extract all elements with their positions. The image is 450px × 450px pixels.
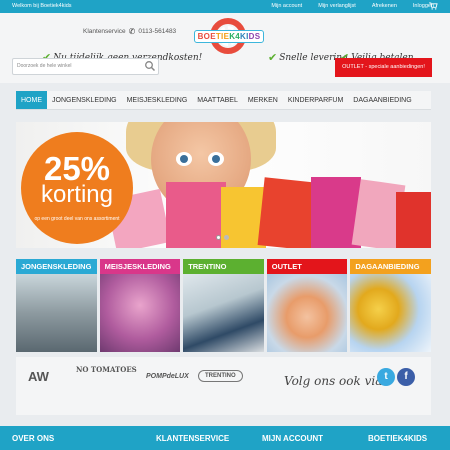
follow-us-text: Volg ons ook via	[284, 374, 383, 388]
tile-boys[interactable]: JONGENSKLEDING	[16, 259, 97, 352]
logo[interactable]: BOETIEK4KIDS	[194, 18, 264, 54]
tile-trentino-image	[183, 274, 264, 352]
account-links: Mijn account Mijn verlanglijst Afrekenen…	[271, 3, 434, 9]
hero-eye-right	[208, 152, 224, 166]
welcome-text: Welkom bij Boetiek4kids	[12, 3, 72, 9]
link-checkout[interactable]: Afrekenen	[372, 3, 397, 9]
facebook-icon[interactable]: f	[397, 368, 415, 386]
tile-girls[interactable]: MEISJESKLEDING	[99, 259, 181, 352]
discount-word: korting	[40, 181, 114, 208]
brand-logo-no-tomatoes[interactable]: NO TOMATOES	[76, 365, 137, 374]
tile-outlet-image	[266, 274, 348, 352]
search-input[interactable]: Doorzoek de hele winkel	[12, 58, 159, 75]
footer-my-account[interactable]: MIJN ACCOUNT	[262, 434, 323, 443]
link-wishlist[interactable]: Mijn verlanglijst	[318, 3, 356, 9]
site-footer: OVER ONS KLANTENSERVICE MIJN ACCOUNT BOE…	[0, 426, 450, 450]
brand-logo-pompdelux[interactable]: POMPdeLUX	[146, 373, 189, 380]
tile-boys-image	[16, 274, 97, 352]
logo-text: BOETIEK4KIDS	[194, 30, 264, 43]
outlet-button[interactable]: OUTLET - speciale aanbiedingen!	[335, 58, 432, 77]
nav-item-boys[interactable]: JONGENSKLEDING	[47, 91, 122, 109]
nav-item-size-chart[interactable]: MAATTABEL	[192, 91, 243, 109]
discount-badge: 25% korting op een groot deel van ons as…	[21, 132, 133, 244]
slider-dot[interactable]	[224, 235, 229, 240]
slider-dots	[216, 235, 229, 240]
nav-item-home[interactable]: HOME	[16, 91, 47, 109]
footer-customer-service[interactable]: KLANTENSERVICE	[156, 434, 229, 443]
brand-logo-trentino[interactable]: TRENTINO	[198, 370, 243, 382]
tile-outlet[interactable]: OUTLET	[266, 259, 348, 352]
category-tiles: JONGENSKLEDING MEISJESKLEDING TRENTINO S…	[16, 259, 431, 352]
hero-eye-left	[176, 152, 192, 166]
twitter-icon[interactable]: t	[377, 368, 395, 386]
nav-item-perfume[interactable]: KINDERPARFUM	[283, 91, 348, 109]
customer-service: Klantenservice ✆ 0113-561483	[83, 27, 176, 36]
nav-item-daily-deal[interactable]: DAGAANBIEDING	[348, 91, 416, 109]
nav-item-girls[interactable]: MEISJESKLEDING	[122, 91, 193, 109]
shopping-bag	[396, 192, 431, 248]
discount-subtext: op een groot deel van ons assortiment	[34, 216, 120, 222]
tile-daily-deal-image	[350, 274, 431, 352]
link-my-account[interactable]: Mijn account	[271, 3, 302, 9]
search-icon[interactable]	[144, 60, 156, 72]
brand-logo-aw[interactable]: AW	[28, 369, 49, 384]
phone-number: 0113-561483	[138, 28, 177, 35]
main-nav: HOME JONGENSKLEDING MEISJESKLEDING MAATT…	[16, 91, 431, 110]
nav-item-brands[interactable]: MERKEN	[243, 91, 283, 109]
cart-icon[interactable]	[429, 2, 438, 10]
tile-trentino[interactable]: TRENTINO SLIPPERS	[183, 259, 264, 352]
tile-daily-deal[interactable]: DAGAANBIEDING	[350, 259, 431, 352]
check-icon: ✔	[268, 51, 278, 64]
hero-banner[interactable]: 25% korting op een groot deel van ons as…	[16, 122, 431, 248]
footer-about[interactable]: OVER ONS	[12, 434, 54, 443]
tile-girls-image	[99, 274, 181, 352]
slider-dot[interactable]	[216, 235, 221, 240]
top-bar: Welkom bij Boetiek4kids Mijn account Mij…	[0, 0, 450, 13]
phone-icon: ✆	[128, 27, 136, 36]
customer-service-label: Klantenservice	[83, 28, 126, 35]
footer-boetiek4kids[interactable]: BOETIEK4KIDS	[368, 434, 427, 443]
